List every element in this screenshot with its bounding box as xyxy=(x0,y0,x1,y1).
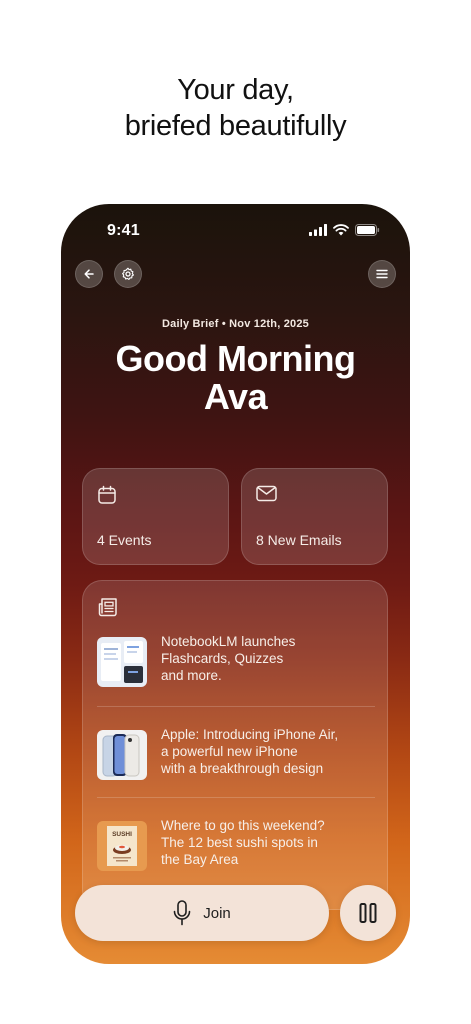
microphone-icon xyxy=(173,900,191,926)
status-time: 9:41 xyxy=(107,222,140,239)
arrow-left-icon xyxy=(84,269,94,279)
iphone-air-thumbnail xyxy=(97,730,147,780)
wifi-icon xyxy=(333,224,349,236)
news-line: NotebookLM launches xyxy=(161,634,296,649)
hamburger-menu-icon xyxy=(376,269,388,279)
news-item-iphone-air[interactable]: Apple: Introducing iPhone Air, a powerfu… xyxy=(97,726,375,784)
mail-icon xyxy=(256,485,277,502)
news-headline: Apple: Introducing iPhone Air, a powerfu… xyxy=(161,726,375,777)
events-count-label: 4 Events xyxy=(97,532,152,548)
marketing-headline: Your day, briefed beautifully xyxy=(0,72,471,144)
pause-icon xyxy=(359,903,377,923)
greeting-title: Good Morning Ava xyxy=(61,340,410,416)
status-icons xyxy=(309,224,380,236)
emails-card[interactable]: 8 New Emails xyxy=(241,468,388,565)
sushi-thumb-text: SUSHI xyxy=(112,831,132,838)
news-line: The 12 best sushi spots in xyxy=(161,835,318,850)
join-button[interactable]: Join xyxy=(75,885,329,941)
sushi-thumbnail: SUSHI xyxy=(97,821,147,871)
battery-icon xyxy=(355,224,380,236)
emails-count-label: 8 New Emails xyxy=(256,532,342,548)
news-line: a powerful new iPhone xyxy=(161,744,298,759)
headline-line-2: briefed beautifully xyxy=(124,110,347,142)
brief-date-subtitle: Daily Brief • Nov 12th, 2025 xyxy=(161,318,309,330)
news-headline: Where to go this weekend? The 12 best su… xyxy=(161,817,375,868)
news-line: Where to go this weekend? xyxy=(161,818,325,833)
headline-line-1: Your day, xyxy=(177,74,294,106)
phone-screen: 9:41 Daily Brief • Nov 12th, 2025 Good M… xyxy=(61,204,410,964)
news-card: NotebookLM launches Flashcards, Quizzes … xyxy=(82,580,388,910)
greeting-line-1: Good Morning xyxy=(115,338,356,379)
notebooklm-thumbnail xyxy=(97,637,147,687)
news-headline: NotebookLM launches Flashcards, Quizzes … xyxy=(161,633,375,684)
news-line: and more. xyxy=(161,668,222,683)
join-label: Join xyxy=(203,904,231,922)
news-item-notebooklm[interactable]: NotebookLM launches Flashcards, Quizzes … xyxy=(97,633,375,691)
settings-button[interactable] xyxy=(114,260,142,288)
news-line: Apple: Introducing iPhone Air, xyxy=(161,727,339,742)
gear-icon xyxy=(122,267,134,280)
news-line: with a breakthrough design xyxy=(161,761,324,776)
events-card[interactable]: 4 Events xyxy=(82,468,229,565)
news-divider xyxy=(97,706,375,707)
status-bar: 9:41 xyxy=(61,204,410,256)
menu-button[interactable] xyxy=(368,260,396,288)
news-divider xyxy=(97,797,375,798)
cellular-signal-icon xyxy=(309,224,327,236)
calendar-icon xyxy=(98,485,116,504)
greeting-line-2: Ava xyxy=(203,376,268,417)
pause-button[interactable] xyxy=(340,885,396,941)
back-button[interactable] xyxy=(75,260,103,288)
newspaper-icon xyxy=(98,598,117,617)
news-item-sushi[interactable]: SUSHI Where to go this weekend? The 12 b… xyxy=(97,817,375,875)
news-line: Flashcards, Quizzes xyxy=(161,651,284,666)
news-line: the Bay Area xyxy=(161,852,239,867)
